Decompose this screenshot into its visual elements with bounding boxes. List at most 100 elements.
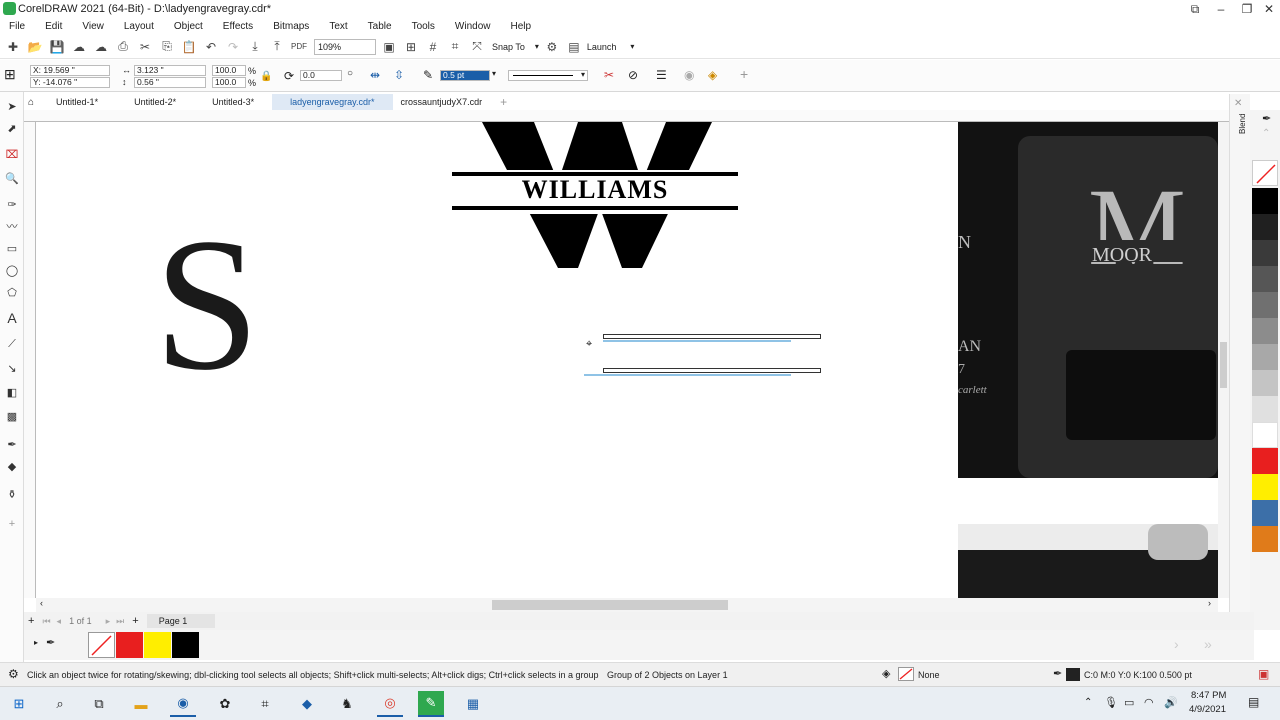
- width-field[interactable]: 3.123 ": [134, 65, 206, 76]
- cloud-download-icon[interactable]: ☁: [92, 38, 110, 56]
- palette-swatch[interactable]: [1252, 370, 1278, 396]
- freehand-tool-icon[interactable]: ✑: [4, 196, 20, 212]
- scroll-thumb[interactable]: [492, 600, 728, 610]
- menu-help[interactable]: Help: [511, 21, 532, 32]
- no-color-swatch[interactable]: [1252, 160, 1278, 186]
- horizontal-ruler[interactable]: [24, 110, 1229, 122]
- corel-app-icon[interactable]: ◉: [170, 691, 196, 717]
- tray-chevron-icon[interactable]: ⌃: [1084, 697, 1092, 708]
- height-field[interactable]: 0.56 ": [134, 77, 206, 88]
- tab-ladyengravegray[interactable]: ladyengravegray.cdr*: [272, 94, 393, 110]
- snap-to-dropdown[interactable]: Snap To: [492, 42, 525, 52]
- outline-color-swatch[interactable]: [1066, 668, 1080, 681]
- doc-palette-swatch[interactable]: [144, 632, 171, 658]
- palette-expand-icon[interactable]: ▸: [34, 638, 38, 647]
- pdf-icon[interactable]: PDF: [290, 38, 308, 56]
- eyedropper-icon[interactable]: ✒: [46, 636, 55, 649]
- clock-date[interactable]: 4/9/2021: [1189, 704, 1226, 715]
- artistic-media-icon[interactable]: 〰: [4, 218, 20, 234]
- account-icon[interactable]: ⧉: [1182, 0, 1208, 18]
- next-page-icon[interactable]: ▸: [106, 616, 111, 627]
- menu-layout[interactable]: Layout: [124, 21, 154, 32]
- print-icon[interactable]: ⎙: [114, 38, 132, 56]
- line-style-select[interactable]: ▾: [508, 70, 588, 81]
- rectangle-tool-icon[interactable]: ▭: [4, 240, 20, 256]
- eyedropper-tool-icon[interactable]: ✒: [4, 436, 20, 452]
- app-icon-4[interactable]: ◆: [294, 691, 320, 717]
- prev-page-icon[interactable]: ◂: [57, 616, 62, 627]
- chevron-down-icon[interactable]: ▾: [535, 42, 539, 51]
- palette-swatch[interactable]: [1252, 292, 1278, 318]
- docker-blend-tab[interactable]: Blend: [1238, 114, 1247, 134]
- vertical-scrollbar[interactable]: [1218, 122, 1229, 598]
- show-rulers-icon[interactable]: ⊞: [402, 38, 420, 56]
- doc-no-color-swatch[interactable]: [88, 632, 115, 658]
- search-icon[interactable]: ⌕: [47, 691, 73, 717]
- doc-palette-swatch[interactable]: [172, 632, 199, 658]
- windows-start-icon[interactable]: ⊞: [6, 691, 32, 717]
- save-icon[interactable]: 💾: [48, 38, 66, 56]
- vertical-ruler[interactable]: [24, 122, 36, 598]
- open-folder-icon[interactable]: 📂: [26, 38, 44, 56]
- scale-height-field[interactable]: 100.0: [212, 77, 246, 88]
- clock-time[interactable]: 8:47 PM: [1191, 690, 1226, 701]
- drawing-canvas[interactable]: S WILLIAMS ⌖ M MOOR N AN 7 carlett: [36, 122, 1218, 598]
- paste-icon[interactable]: 📋: [180, 38, 198, 56]
- tab-untitled-3[interactable]: Untitled-3*: [194, 94, 272, 110]
- tab-untitled-2[interactable]: Untitled-2*: [116, 94, 194, 110]
- palette-swatch[interactable]: [1252, 422, 1278, 448]
- app-icon-3[interactable]: ⌗: [252, 691, 278, 717]
- text-tool-icon[interactable]: A: [4, 310, 20, 326]
- calculator-icon[interactable]: ▦: [460, 691, 486, 717]
- settings-gear-icon[interactable]: ⚙: [8, 667, 19, 681]
- docker-close-icon[interactable]: ✕: [1234, 98, 1242, 109]
- zoom-tool-icon[interactable]: 🔍: [4, 170, 20, 186]
- tab-untitled-1[interactable]: Untitled-1*: [38, 94, 116, 110]
- volume-icon[interactable]: 🔊: [1164, 696, 1178, 709]
- scroll-thumb[interactable]: [1220, 342, 1227, 388]
- fill-none-swatch[interactable]: [898, 667, 914, 681]
- add-page-end-plus-icon[interactable]: +: [132, 615, 138, 627]
- smart-fill-icon[interactable]: ⚱: [4, 486, 20, 502]
- full-screen-icon[interactable]: ▣: [380, 38, 398, 56]
- flask-photo[interactable]: M MOOR N AN 7 carlett: [958, 122, 1218, 478]
- menu-table[interactable]: Table: [368, 21, 392, 32]
- menu-window[interactable]: Window: [455, 21, 491, 32]
- launch-icon[interactable]: ▤: [565, 38, 583, 56]
- layers-icon[interactable]: ◈: [708, 68, 717, 82]
- menu-view[interactable]: View: [82, 21, 104, 32]
- letter-s-object[interactable]: S: [154, 210, 260, 400]
- menu-bitmaps[interactable]: Bitmaps: [273, 21, 309, 32]
- scroll-left-icon[interactable]: ‹: [40, 598, 43, 608]
- notifications-icon[interactable]: ▤: [1248, 695, 1259, 709]
- redo-icon[interactable]: ↷: [224, 38, 242, 56]
- palette-swatch[interactable]: [1252, 188, 1278, 214]
- trim-icon[interactable]: ⊘: [628, 68, 638, 82]
- pick-tool-icon[interactable]: ➤: [4, 98, 20, 114]
- menu-tools[interactable]: Tools: [412, 21, 435, 32]
- rounded-line-shape[interactable]: [603, 334, 821, 339]
- battery-icon[interactable]: ▭: [1124, 696, 1134, 709]
- home-icon[interactable]: ⌂: [24, 97, 38, 108]
- wifi-icon[interactable]: ◠: [1144, 696, 1154, 709]
- scale-width-field[interactable]: 100.0: [212, 65, 246, 76]
- interactive-fill-icon[interactable]: ◆: [4, 458, 20, 474]
- mirror-horizontal-icon[interactable]: ⇹: [370, 68, 380, 82]
- first-page-icon[interactable]: ⏮: [42, 616, 50, 627]
- palette-scroll-end-icon[interactable]: »: [1204, 636, 1212, 652]
- parallel-dimension-icon[interactable]: ⟋: [4, 336, 20, 352]
- snap-icon[interactable]: ⤧: [468, 38, 486, 56]
- file-explorer-icon[interactable]: ▬: [128, 691, 154, 717]
- zoom-level-select[interactable]: 109%: [314, 38, 376, 55]
- microphone-icon[interactable]: 🎙: [1104, 696, 1118, 709]
- export-icon[interactable]: ⤒: [268, 38, 286, 56]
- palette-scroll-right-icon[interactable]: ›: [1174, 636, 1179, 652]
- palette-swatch[interactable]: [1252, 240, 1278, 266]
- add-tool-plus-icon[interactable]: +: [4, 516, 20, 532]
- connector-tool-icon[interactable]: ↘: [4, 360, 20, 376]
- rounded-line-shape[interactable]: [603, 368, 821, 373]
- import-icon[interactable]: ⤓: [246, 38, 264, 56]
- eyedropper-icon[interactable]: ✒: [1262, 112, 1271, 125]
- menu-text[interactable]: Text: [329, 21, 347, 32]
- palette-swatch[interactable]: [1252, 266, 1278, 292]
